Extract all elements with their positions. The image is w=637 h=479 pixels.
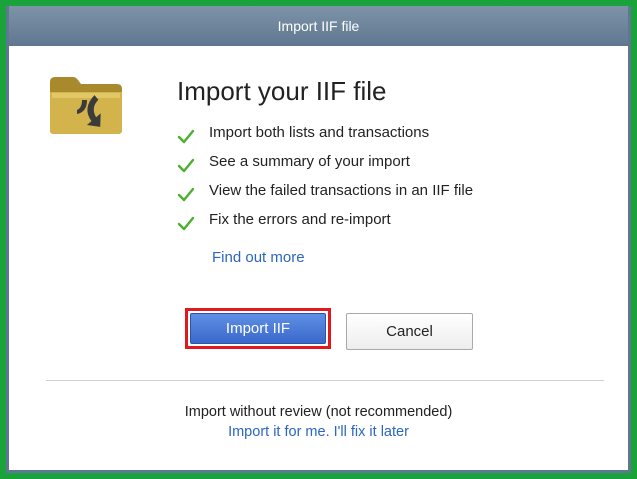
import-fix-later-link[interactable]: Import it for me. I'll fix it later (9, 424, 628, 440)
feature-label: See a summary of your import (209, 153, 410, 170)
checkmark-icon (177, 216, 195, 230)
checkmark-icon (177, 129, 195, 143)
feature-item: Fix the errors and re-import (177, 205, 473, 234)
feature-label: Import both lists and transactions (209, 124, 430, 141)
checkmark-icon (177, 187, 195, 201)
find-out-more-link[interactable]: Find out more (212, 249, 305, 266)
feature-label: Fix the errors and re-import (209, 211, 391, 228)
cancel-button[interactable]: Cancel (346, 313, 473, 350)
feature-list: Import both lists and transactions See a… (177, 118, 473, 234)
page-title: Import your IIF file (177, 76, 387, 106)
import-without-review-text: Import without review (not recommended) (184, 404, 453, 420)
feature-label: View the failed transactions in an IIF f… (209, 182, 474, 199)
import-iif-dialog: Import IIF file Import your IIF file Imp… (6, 6, 631, 473)
divider (46, 380, 604, 381)
feature-item: See a summary of your import (177, 147, 473, 176)
folder-import-icon (50, 77, 122, 134)
checkmark-icon (177, 158, 195, 172)
dialog-title: Import IIF file (9, 6, 628, 46)
feature-item: View the failed transactions in an IIF f… (177, 176, 473, 205)
feature-item: Import both lists and transactions (177, 118, 473, 147)
import-iif-button[interactable]: Import IIF (190, 313, 326, 344)
